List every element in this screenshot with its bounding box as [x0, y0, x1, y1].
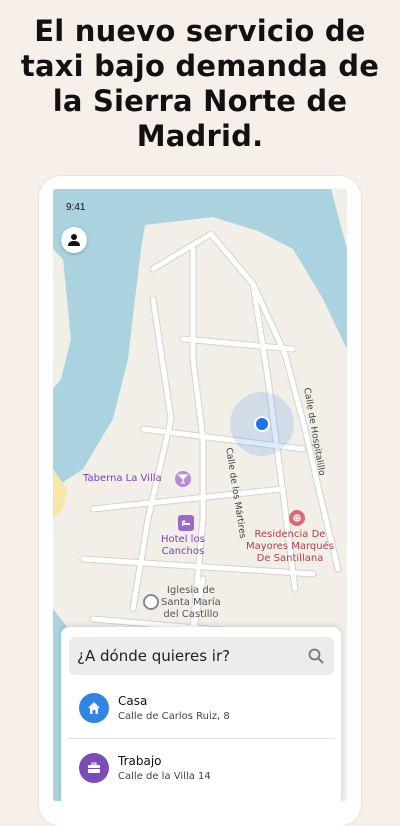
headline-line-2: taxi bajo demanda de — [20, 49, 380, 83]
medical-icon — [289, 510, 305, 526]
poi-label-iglesia-line-3: del Castillo — [163, 609, 219, 620]
current-location-dot — [254, 416, 270, 432]
saved-place-home[interactable]: Casa Calle de Carlos Ruiz, 8 — [79, 691, 334, 731]
briefcase-icon — [79, 753, 109, 783]
poi-label-residencia[interactable]: Residencia De Mayores Marqués De Santill… — [246, 529, 334, 565]
poi-label-residencia-line-2: Mayores Marqués — [246, 541, 334, 552]
poi-label-residencia-line-1: Residencia De — [254, 529, 326, 540]
saved-place-work[interactable]: Trabajo Calle de la Villa 14 — [79, 751, 334, 791]
headline-line-4: Madrid. — [136, 119, 264, 153]
poi-label-hotel-line-2: Canchos — [161, 546, 205, 557]
poi-label-iglesia[interactable]: Iglesia de Santa María del Castillo — [161, 585, 221, 621]
search-placeholder: ¿A dónde quieres ir? — [77, 647, 231, 665]
phone-frame: 9:41 Calle de los Mártires Calle de Hosp… — [39, 176, 361, 826]
cocktail-icon — [175, 471, 191, 487]
headline-line-3: la Sierra Norte de — [52, 84, 348, 118]
poi-label-iglesia-line-1: Iglesia de — [166, 585, 215, 596]
saved-place-title: Trabajo — [118, 754, 162, 768]
profile-button[interactable] — [61, 227, 87, 253]
saved-place-address: Calle de Carlos Ruiz, 8 — [118, 711, 230, 722]
user-icon — [68, 234, 80, 246]
poi-label-residencia-line-3: De Santillana — [256, 553, 324, 564]
search-icon — [308, 648, 324, 664]
church-icon — [143, 594, 159, 610]
poi-label-iglesia-line-2: Santa María — [161, 597, 221, 608]
home-icon — [79, 693, 109, 723]
saved-place-address: Calle de la Villa 14 — [118, 771, 211, 782]
destination-search-field[interactable]: ¿A dónde quieres ir? — [69, 637, 334, 675]
bed-icon — [178, 515, 194, 531]
headline: El nuevo servicio de taxi bajo demanda d… — [0, 14, 400, 154]
app-screen: 9:41 Calle de los Mártires Calle de Hosp… — [53, 189, 347, 801]
poi-label-hotel-line-1: Hotel los — [161, 534, 205, 545]
saved-place-title: Casa — [118, 694, 148, 708]
poi-label-taberna[interactable]: Taberna La Villa — [83, 473, 162, 485]
poi-label-hotel[interactable]: Hotel los Canchos — [161, 534, 205, 558]
status-time: 9:41 — [66, 202, 86, 213]
destination-sheet: ¿A dónde quieres ir? Casa Calle de Carlo… — [61, 627, 341, 801]
list-divider — [68, 738, 334, 739]
headline-line-1: El nuevo servicio de — [34, 14, 366, 48]
